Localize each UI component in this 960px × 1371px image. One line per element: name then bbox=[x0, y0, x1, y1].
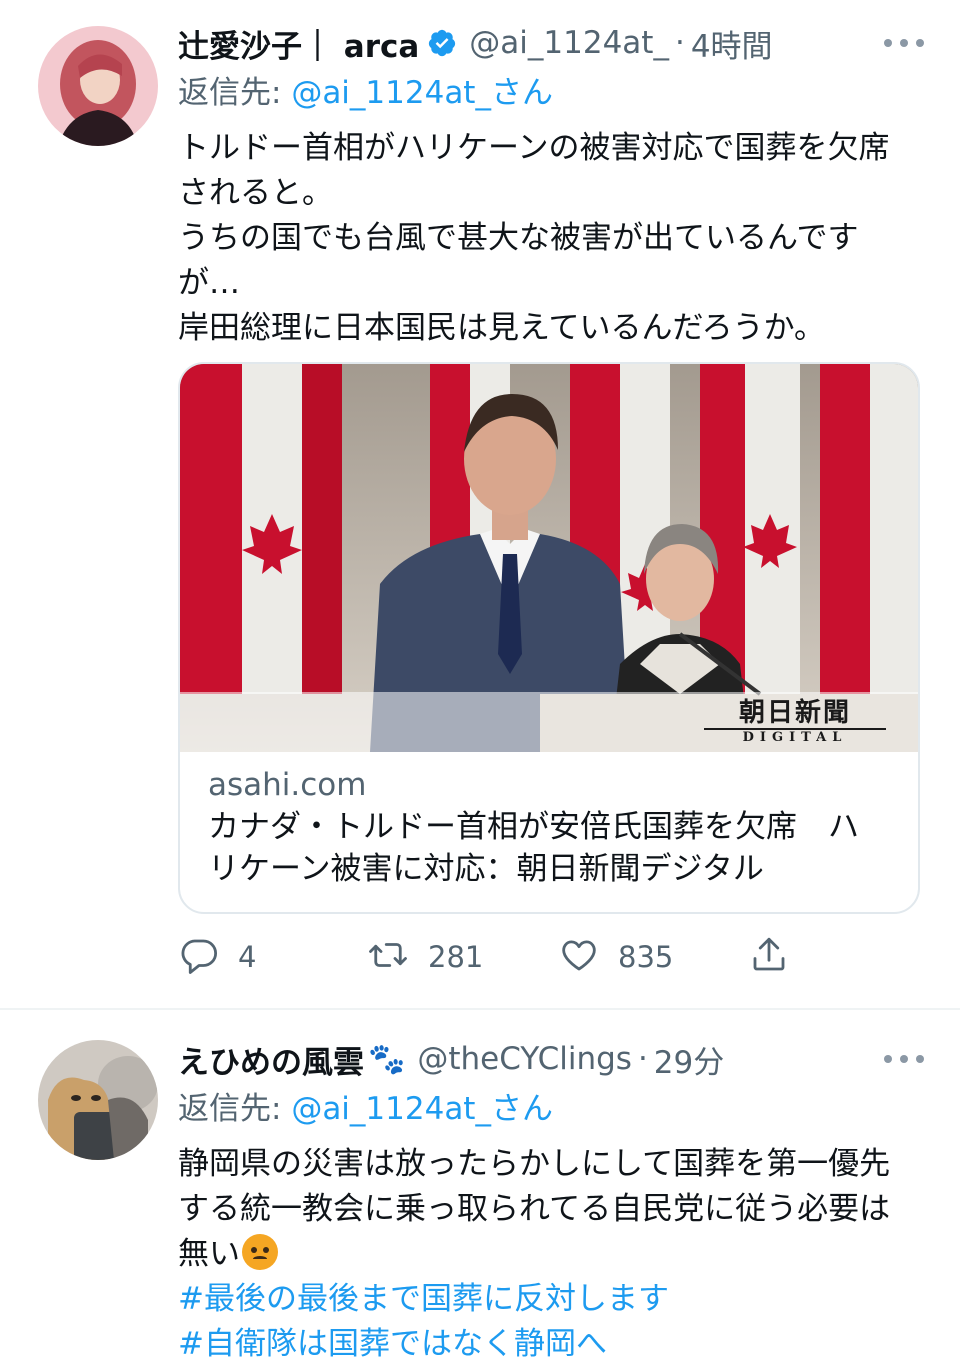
watermark-text: 朝日新聞 bbox=[738, 698, 851, 728]
hashtag-link[interactable]: #最後の最後まで国葬に反対します bbox=[178, 1277, 920, 1322]
tweet-text: トルドー首相がハリケーンの被害対応で国葬を欠席 されると。 うちの国でも台風で甚… bbox=[178, 126, 920, 351]
reply-label: 返信先: bbox=[178, 75, 282, 111]
avatar[interactable] bbox=[38, 1040, 158, 1160]
share-button[interactable] bbox=[748, 930, 790, 984]
tweet-header: 辻愛沙子｜ arca @ai_1124at_ · 4時間 bbox=[178, 18, 920, 68]
reply-context: 返信先: @ai_1124at_さん bbox=[178, 1084, 920, 1134]
timestamp[interactable]: 4時間 bbox=[691, 21, 773, 66]
like-icon bbox=[558, 934, 600, 980]
handle[interactable]: @theCYClings bbox=[417, 1041, 632, 1077]
tweet-text-line: 静岡県の災害は放ったらかしにして国葬を第一優先 bbox=[178, 1146, 891, 1182]
more-icon[interactable] bbox=[884, 1044, 924, 1074]
watermark-sub: DIGITAL bbox=[704, 728, 886, 746]
tweet-text-line: 無い bbox=[178, 1232, 920, 1277]
share-icon bbox=[748, 934, 790, 980]
separator: · bbox=[674, 25, 685, 61]
separator: · bbox=[637, 1041, 648, 1077]
card-title: カナダ・トルドー首相が安倍氏国葬を欠席 ハ リケーン被害に対応：朝日新聞デジタル bbox=[208, 806, 890, 890]
hashtag-link[interactable]: #自衛隊は国葬ではなく静岡へ bbox=[178, 1322, 920, 1367]
handle[interactable]: @ai_1124at_ bbox=[469, 25, 669, 61]
watermark-logo: 朝日新聞 DIGITAL bbox=[690, 698, 900, 748]
retweet-icon bbox=[366, 934, 410, 980]
tweet-text-line: されると。 bbox=[178, 175, 333, 211]
like-button[interactable]: 835 bbox=[558, 930, 673, 984]
tweet-header: えひめの風雲 🐾 @theCYClings · 29分 bbox=[178, 1034, 920, 1084]
tweet-text-line: うちの国でも台風で甚大な被害が出ているんです bbox=[178, 220, 859, 256]
link-card[interactable]: 朝日新聞 DIGITAL asahi.com カナダ・トルドー首相が安倍氏国葬を… bbox=[178, 362, 920, 914]
tweet-text-line: 岸田総理に日本国民は見えているんだろうか。 bbox=[178, 310, 825, 346]
card-domain: asahi.com bbox=[208, 767, 367, 803]
reply-to-link[interactable]: @ai_1124at_さん bbox=[291, 1091, 553, 1127]
tweet-text: 静岡県の災害は放ったらかしにして国葬を第一優先 する統一教会に乗っ取られてる自民… bbox=[178, 1142, 920, 1367]
tweet[interactable]: 辻愛沙子｜ arca @ai_1124at_ · 4時間 返信先: @ai_11… bbox=[0, 0, 960, 1010]
angry-face-emoji bbox=[242, 1234, 278, 1270]
card-text: asahi.com カナダ・トルドー首相が安倍氏国葬を欠席 ハ リケーン被害に対… bbox=[180, 752, 918, 890]
tweet-text-line: が… bbox=[178, 265, 240, 301]
tweet-text-line: する統一教会に乗っ取られてる自民党に従う必要は bbox=[178, 1191, 891, 1227]
retweet-button[interactable]: 281 bbox=[366, 930, 483, 984]
reply-to-link[interactable]: @ai_1124at_さん bbox=[291, 75, 553, 111]
tweet-text-fragment: 無い bbox=[178, 1236, 240, 1272]
like-count: 835 bbox=[618, 940, 674, 974]
tweet-text-line: トルドー首相がハリケーンの被害対応で国葬を欠席 bbox=[178, 130, 890, 166]
timestamp[interactable]: 29分 bbox=[654, 1037, 724, 1082]
tweet[interactable]: えひめの風雲 🐾 @theCYClings · 29分 返信先: @ai_112… bbox=[0, 1012, 960, 1371]
verified-badge-icon bbox=[427, 28, 457, 58]
paw-prints-icon: 🐾 bbox=[368, 1041, 406, 1077]
action-bar: 4 281 835 bbox=[178, 930, 818, 984]
display-name[interactable]: えひめの風雲 bbox=[178, 1037, 364, 1082]
reply-context: 返信先: @ai_1124at_さん bbox=[178, 68, 920, 118]
reply-button[interactable]: 4 bbox=[178, 930, 256, 984]
card-title-line: カナダ・トルドー首相が安倍氏国葬を欠席 ハ bbox=[208, 809, 859, 845]
card-image: 朝日新聞 DIGITAL bbox=[180, 364, 918, 752]
display-name[interactable]: 辻愛沙子｜ arca bbox=[178, 21, 419, 66]
avatar[interactable] bbox=[38, 26, 158, 146]
reply-icon bbox=[178, 934, 220, 980]
more-icon[interactable] bbox=[884, 28, 924, 58]
card-title-line: リケーン被害に対応：朝日新聞デジタル bbox=[208, 851, 764, 887]
reply-count: 4 bbox=[238, 940, 257, 974]
retweet-count: 281 bbox=[428, 940, 484, 974]
reply-label: 返信先: bbox=[178, 1091, 282, 1127]
